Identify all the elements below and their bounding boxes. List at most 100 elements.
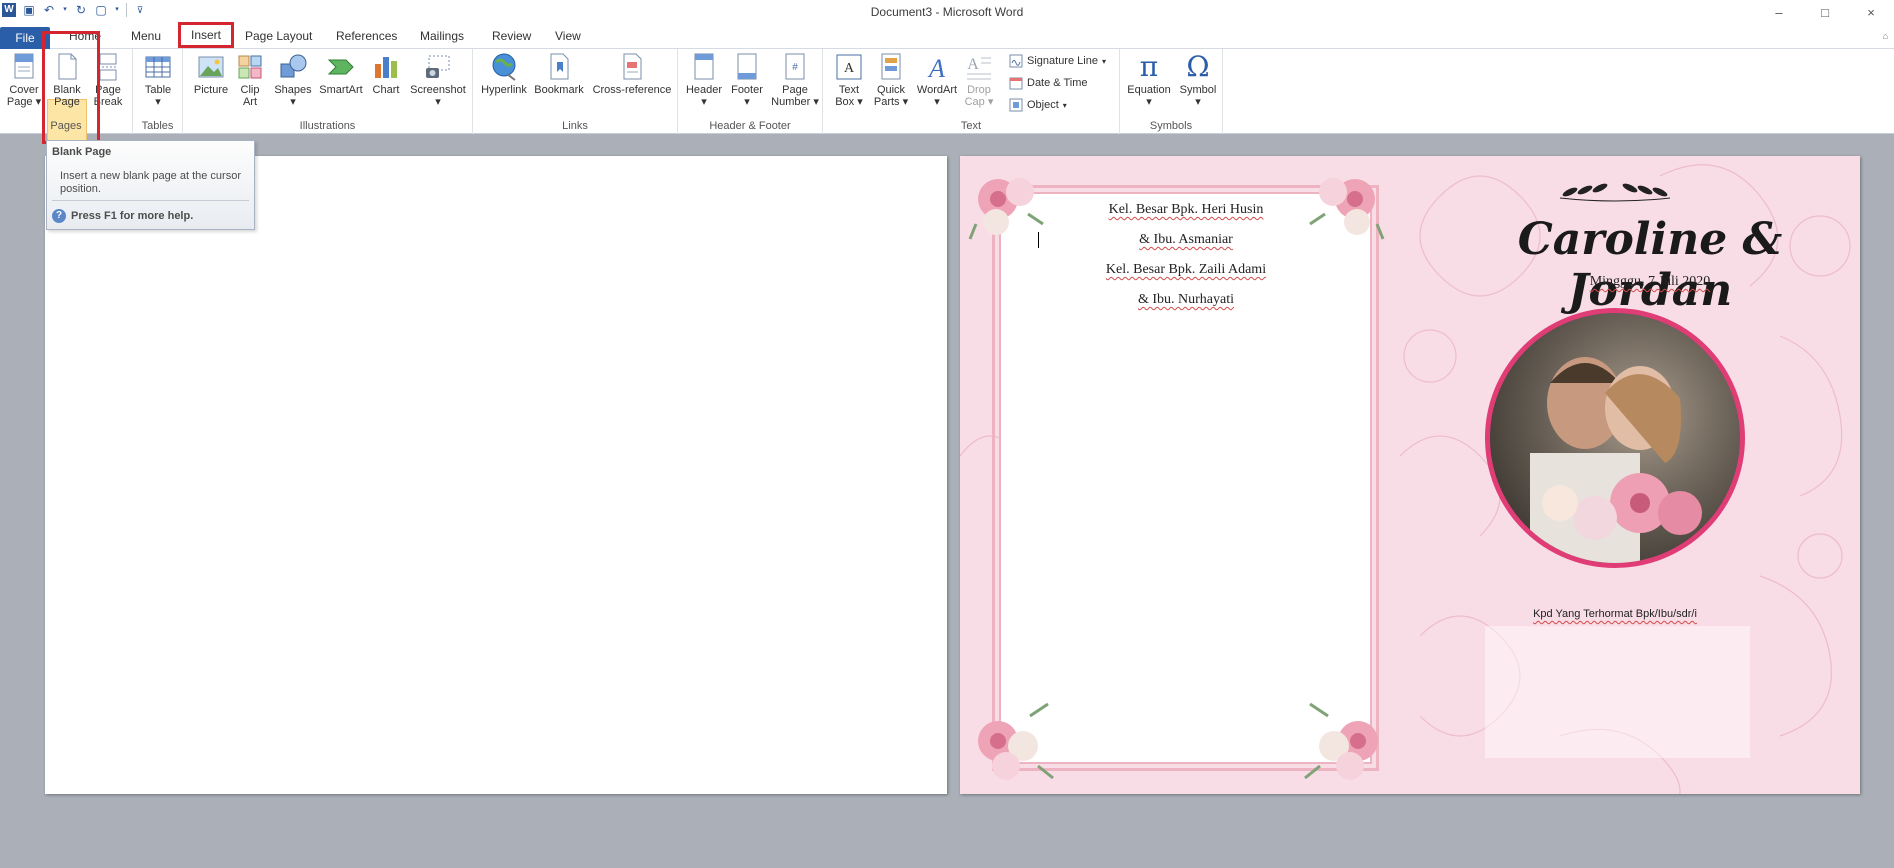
- quick-parts-label-2: Parts: [873, 96, 900, 108]
- picture-button[interactable]: Picture: [191, 52, 231, 96]
- clip-art-button[interactable]: Clip Art: [235, 52, 265, 108]
- couple-photo[interactable]: [1485, 308, 1745, 568]
- header-label: Header: [685, 84, 723, 96]
- group-tables: Table ▾ Tables: [133, 49, 183, 134]
- wordart-icon: A: [927, 54, 945, 82]
- object-icon: [1009, 98, 1023, 112]
- group-header-footer: Header ▾ Footer ▾ # Page Number ▾ Header &…: [678, 49, 823, 134]
- tab-insert[interactable]: Insert: [178, 22, 234, 48]
- pi-icon: π: [1139, 50, 1159, 83]
- tab-references[interactable]: References: [336, 29, 397, 43]
- drop-cap-icon: A: [967, 56, 991, 80]
- wordart-button[interactable]: A WordArt ▾: [913, 52, 961, 108]
- screenshot-button[interactable]: Screenshot ▾: [407, 52, 469, 108]
- signature-line-label: Signature Line: [1027, 55, 1098, 67]
- group-tables-label: Tables: [141, 120, 174, 132]
- tab-view[interactable]: View: [555, 29, 581, 43]
- family-line-3: Kel. Besar Bpk. Zaili Adami: [1105, 262, 1267, 277]
- tooltip-help-text: Press F1 for more help.: [71, 210, 194, 222]
- screenshot-icon: [426, 55, 450, 78]
- equation-button[interactable]: π Equation ▾: [1124, 50, 1174, 109]
- group-text: A Text Box ▾ Quick Parts ▾ A WordArt ▾ A …: [823, 49, 1120, 134]
- signature-line-dropdown-icon: ▾: [1101, 56, 1106, 66]
- hyperlink-button[interactable]: Hyperlink: [479, 52, 529, 96]
- text-box-label-2: Box: [835, 96, 855, 108]
- object-button[interactable]: Object ▾: [1009, 98, 1067, 112]
- page-number-icon: #: [785, 53, 805, 80]
- drop-cap-label-1: Drop: [967, 84, 991, 96]
- group-illustrations: Picture Clip Art Shapes ▾ SmartArt Chart …: [183, 49, 473, 134]
- document-page-invitation[interactable]: Kel. Besar Bpk. Heri Husin & Ibu. Asmani…: [960, 156, 1860, 794]
- tooltip-description: Insert a new blank page at the cursor po…: [60, 170, 241, 195]
- tooltip-help: ? Press F1 for more help.: [52, 209, 193, 223]
- footer-button[interactable]: Footer ▾: [726, 52, 768, 108]
- text-box-icon: A: [836, 54, 862, 80]
- recipient-address-box[interactable]: [1485, 626, 1750, 758]
- page-number-button[interactable]: # Page Number ▾: [770, 52, 820, 108]
- cover-page-button[interactable]: Cover Page ▾: [6, 52, 42, 108]
- blank-page-tooltip: Blank Page Insert a new blank page at th…: [46, 140, 255, 230]
- signature-line-button[interactable]: Signature Line ▾: [1009, 54, 1106, 68]
- chart-label: Chart: [372, 84, 400, 96]
- footer-icon: [737, 53, 757, 80]
- date-time-button[interactable]: Date & Time: [1009, 76, 1088, 90]
- quick-parts-label-1: Quick: [876, 84, 906, 96]
- tab-review[interactable]: Review: [492, 29, 531, 43]
- page-number-label-1: Page: [782, 84, 808, 96]
- cover-page-icon: [14, 53, 34, 79]
- ribbon-insert: Cover Page ▾ Blank Page Page Break Pages …: [0, 31, 1894, 169]
- picture-icon: [198, 56, 224, 78]
- cover-page-label: Cover Page ▾: [6, 84, 42, 108]
- svg-text:A: A: [967, 56, 979, 73]
- hyperlink-icon: [492, 53, 516, 81]
- hyperlink-label: Hyperlink: [481, 84, 527, 96]
- omega-icon: Ω: [1186, 50, 1210, 83]
- table-button[interactable]: Table ▾: [141, 52, 175, 108]
- help-icon: ?: [52, 209, 66, 223]
- bookmark-label: Bookmark: [534, 84, 584, 96]
- text-box-button[interactable]: A Text Box ▾: [831, 52, 867, 108]
- smartart-icon: [327, 59, 354, 75]
- minimize-button[interactable]: –: [1756, 0, 1802, 25]
- tab-page-layout[interactable]: Page Layout: [245, 29, 312, 43]
- clip-art-icon: [238, 55, 262, 79]
- group-links: Hyperlink Bookmark Cross-reference Links: [473, 49, 678, 134]
- header-button[interactable]: Header ▾: [682, 52, 726, 108]
- signature-line-icon: [1009, 54, 1023, 68]
- drop-cap-button[interactable]: A Drop Cap ▾: [963, 52, 995, 108]
- ribbon-tabs: File Home Menu Page Layout References Ma…: [0, 25, 1894, 49]
- footer-label: Footer: [731, 84, 763, 96]
- shapes-button[interactable]: Shapes ▾: [273, 52, 313, 108]
- header-icon: [694, 53, 714, 80]
- date-time-label: Date & Time: [1027, 77, 1088, 89]
- object-label: Object: [1027, 99, 1059, 111]
- close-button[interactable]: ×: [1848, 0, 1894, 25]
- group-symbols-label: Symbols: [1149, 120, 1193, 132]
- screenshot-label: Screenshot: [410, 84, 466, 96]
- chart-button[interactable]: Chart: [369, 52, 403, 96]
- restore-button[interactable]: □: [1802, 0, 1848, 25]
- flower-top-left: [968, 178, 1044, 240]
- title-bar: W ▣ ↶ ▾ ↻ ▢ ▾ ⊽ Document3 - Microsoft Wo…: [0, 0, 1894, 25]
- symbol-button[interactable]: Ω Symbol ▾: [1176, 50, 1220, 109]
- cross-reference-icon: [623, 53, 642, 80]
- couple-photo-image: [1530, 357, 1702, 563]
- document-page-blank[interactable]: [45, 156, 947, 794]
- quick-parts-button[interactable]: Quick Parts ▾: [873, 52, 909, 108]
- svg-text:#: #: [792, 62, 798, 73]
- tab-menu[interactable]: Menu: [131, 29, 161, 43]
- smartart-label: SmartArt: [319, 84, 363, 96]
- family-line-4: & Ibu. Nurhayati: [1137, 292, 1235, 307]
- table-icon: [145, 56, 171, 78]
- group-text-label: Text: [960, 120, 982, 132]
- cross-reference-button[interactable]: Cross-reference: [590, 52, 674, 96]
- tab-mailings[interactable]: Mailings: [420, 29, 464, 43]
- bookmark-button[interactable]: Bookmark: [532, 52, 586, 96]
- smartart-button[interactable]: SmartArt: [317, 52, 365, 96]
- flower-bottom-left: [978, 702, 1054, 780]
- flower-top-right: [1309, 178, 1385, 240]
- minimize-ribbon-icon[interactable]: ⌂: [1883, 31, 1888, 41]
- window-title: Document3 - Microsoft Word: [870, 5, 1024, 19]
- tooltip-title: Blank Page: [52, 146, 112, 158]
- group-symbols: π Equation ▾ Ω Symbol ▾ Symbols: [1120, 49, 1223, 134]
